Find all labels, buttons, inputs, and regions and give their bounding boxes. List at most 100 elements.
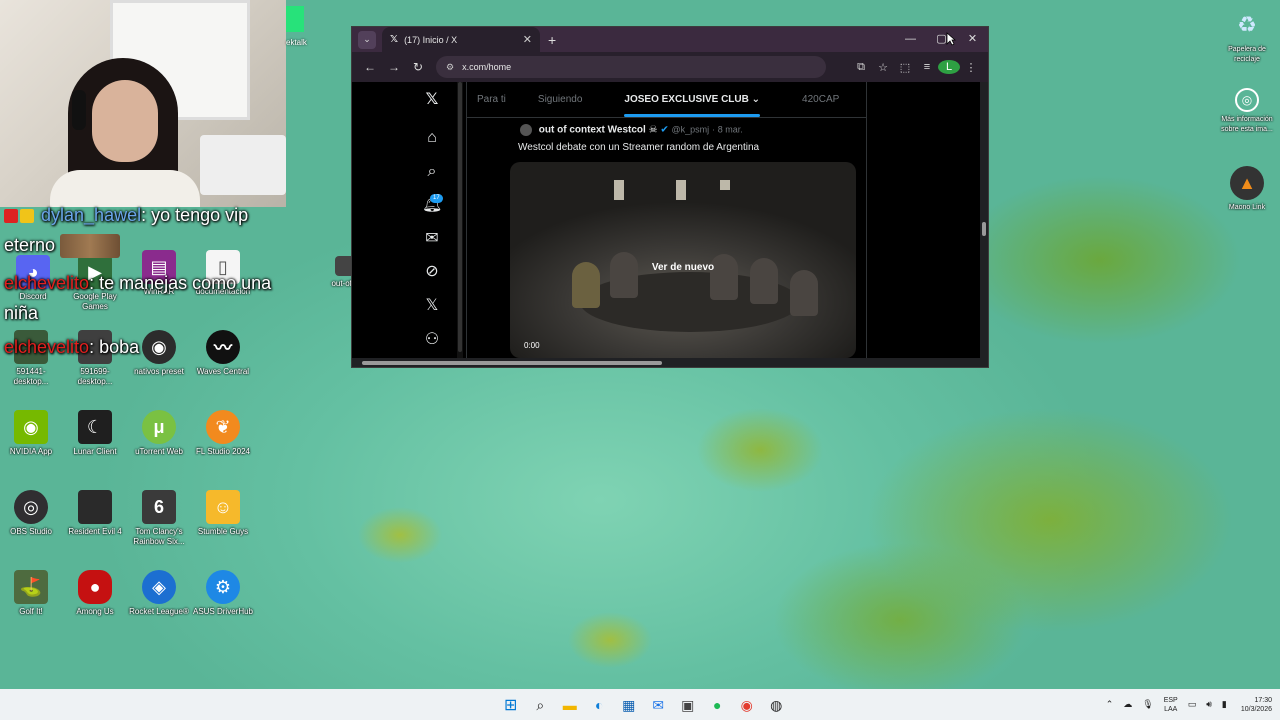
toolbar-actions: ⧉ ☆ ⬚ ≡ L ⋮ xyxy=(850,60,982,74)
desktop-icon-obs-studio[interactable]: ◎ OBS Studio xyxy=(0,490,62,537)
clock[interactable]: 17:30 10/3/2026 xyxy=(1241,696,1272,714)
scrollbar-thumb[interactable] xyxy=(982,222,986,236)
desktop-icon-resident-evil-4[interactable]: Resident Evil 4 xyxy=(64,490,126,537)
taskbar-apps: ⊞ ⌕ ▬ ◐ ▦ ✉ ▣ ● ◉ ◍ xyxy=(496,693,791,717)
chat-message: dylan_hawel: yo tengo vip eterno xyxy=(4,200,304,260)
mouse-cursor-icon xyxy=(946,32,956,46)
site-info-icon[interactable]: ⚙ xyxy=(446,62,454,73)
system-tray: ⌃ ☁ 🎙︎ ESP LAA ▭ 🔊︎ ▮ 17:30 10/3/2026 xyxy=(1096,689,1272,720)
monitor-icon[interactable]: ▭ xyxy=(1188,699,1197,710)
file-explorer-icon[interactable]: ▬ xyxy=(555,693,585,717)
desktop-icon-recycle-bin[interactable]: ♻ Papelera de reciclaje xyxy=(1216,8,1278,65)
tweet-author-name[interactable]: out of context Westcol xyxy=(539,125,646,136)
network-cloud-icon[interactable]: ☁ xyxy=(1123,699,1132,710)
recycle-bin-icon: ♻ xyxy=(1237,12,1257,37)
chevron-up-icon[interactable]: ⌃ xyxy=(1106,699,1114,710)
tweet-video[interactable]: Ver de nuevo 0:00 xyxy=(510,162,856,358)
language-indicator[interactable]: ESP LAA xyxy=(1164,696,1178,714)
search-icon[interactable]: ⌕ xyxy=(526,693,556,717)
tweet-text: Westcol debate con un Streamer random de… xyxy=(518,142,760,153)
outlook-icon[interactable]: ✉ xyxy=(644,693,674,717)
chrome-icon[interactable]: ◉ xyxy=(732,693,762,717)
horizontal-scrollbar[interactable] xyxy=(352,358,982,367)
extensions-icon[interactable]: ⬚ xyxy=(894,61,916,74)
grok-icon[interactable]: ⊘ xyxy=(422,262,442,282)
app-icon[interactable]: ▣ xyxy=(673,693,703,717)
tab-siguiendo[interactable]: Siguiendo xyxy=(527,94,593,105)
desktop-icon-golf-it[interactable]: ⛳ Golf It! xyxy=(0,570,62,617)
x-logo-icon[interactable]: 𝕏 xyxy=(422,90,442,110)
chevron-down-icon: ⌄ xyxy=(363,34,371,44)
desktop-icon-utorrent-web[interactable]: μ uTorrent Web xyxy=(128,410,190,457)
tab-420cap[interactable]: 420CAP xyxy=(791,94,850,105)
minimize-button[interactable]: — xyxy=(895,27,926,52)
sidenav-scrollbar[interactable] xyxy=(457,82,463,360)
keyboard-layout: LAA xyxy=(1164,705,1178,713)
edge-icon[interactable]: ◐ xyxy=(585,693,615,717)
chat-text: : boba xyxy=(89,337,140,357)
desktop-icon-asus-driverhub[interactable]: ⚙ ASUS DriverHub xyxy=(192,570,254,617)
stream-chat: dylan_hawel: yo tengo vip eterno elcheve… xyxy=(4,200,304,362)
store-icon[interactable]: ▦ xyxy=(614,693,644,717)
avatar[interactable] xyxy=(520,124,532,136)
green-overlay-block xyxy=(286,6,304,32)
tweet-handle[interactable]: @k_psmj xyxy=(672,125,710,135)
window-controls: — ▢ ✕ xyxy=(895,27,988,52)
chat-message: elchevelito: boba xyxy=(4,332,304,362)
microphone-icon[interactable]: 🎙︎ xyxy=(1142,699,1153,710)
back-button[interactable]: ← xyxy=(358,60,382,74)
headset xyxy=(72,90,86,130)
premium-x-icon[interactable]: 𝕏 xyxy=(422,296,442,316)
scrollbar-thumb[interactable] xyxy=(458,82,462,352)
desktop-icon-lunar-client[interactable]: ☾ Lunar Client xyxy=(64,410,126,457)
search-icon[interactable]: ⌕ xyxy=(422,162,442,182)
verified-badge-icon: ✔ xyxy=(660,124,669,136)
desktop-icon-maono-link[interactable]: ▲ Maono Link xyxy=(1216,166,1278,213)
desktop-icon-fl-studio[interactable]: ❦ FL Studio 2024 xyxy=(192,410,254,457)
scrollbar-thumb[interactable] xyxy=(362,361,662,365)
address-bar[interactable]: ⚙ x.com/home xyxy=(436,56,826,78)
tab-para-ti[interactable]: Para ti xyxy=(466,94,517,105)
volume-icon[interactable]: 🔊︎ xyxy=(1206,699,1212,710)
spotify-icon[interactable]: ● xyxy=(703,693,733,717)
close-tab-icon[interactable]: ✕ xyxy=(523,33,532,46)
forward-button[interactable]: → xyxy=(382,60,406,74)
reload-button[interactable]: ↻ xyxy=(406,60,430,74)
battery-icon[interactable]: ▮ xyxy=(1222,699,1227,710)
x-side-nav: 𝕏 ⌂ ⌕ 🔔︎ 17 ✉ ⊘ 𝕏 ⚇ xyxy=(412,82,452,360)
desktop-icon-image-info[interactable]: ◎ Más información sobre esta ima... xyxy=(1216,88,1278,135)
tweet-header: out of context Westcol ☠ ✔ @k_psmj · 8 m… xyxy=(520,124,743,136)
vertical-scrollbar[interactable] xyxy=(980,82,988,360)
profile-icon[interactable]: ⚇ xyxy=(422,330,442,350)
messages-icon[interactable]: ✉ xyxy=(422,229,442,249)
tab-joseo-exclusive-club[interactable]: JOSEO EXCLUSIVE CLUB ⌄ xyxy=(613,94,771,117)
new-tab-button[interactable]: + xyxy=(548,32,556,48)
install-app-icon[interactable]: ⧉ xyxy=(850,61,872,74)
profile-button[interactable]: L xyxy=(938,60,960,74)
replay-button[interactable]: Ver de nuevo xyxy=(510,262,856,273)
app-icon[interactable]: ◍ xyxy=(762,693,792,717)
media-control-icon[interactable]: ≡ xyxy=(916,61,938,73)
lamp xyxy=(614,180,624,200)
desktop-icon-nvidia-app[interactable]: ◉ NVIDIA App xyxy=(0,410,62,457)
stumble-guys-icon: ☺ xyxy=(206,490,240,524)
menu-icon[interactable]: ⋮ xyxy=(960,61,982,74)
windows-start-icon[interactable]: ⊞ xyxy=(496,693,526,717)
desktop-icon-rocket-league[interactable]: ◈ Rocket League® xyxy=(128,570,190,617)
tweet[interactable]: out of context Westcol ☠ ✔ @k_psmj · 8 m… xyxy=(510,118,856,358)
desktop-icon-stumble-guys[interactable]: ☺ Stumble Guys xyxy=(192,490,254,537)
obs-icon: ◎ xyxy=(14,490,48,524)
tab-title: (17) Inicio / X xyxy=(404,34,458,45)
tweet-date[interactable]: 8 mar. xyxy=(718,125,743,135)
tab-x-home[interactable]: 𝕏 (17) Inicio / X ✕ xyxy=(382,27,540,52)
bookmark-star-icon[interactable]: ☆ xyxy=(872,61,894,74)
chat-username: dylan_hawel xyxy=(41,205,142,225)
desktop-icon-rainbow-six[interactable]: 6 Tom Clancy's Rainbow Six... xyxy=(128,490,190,547)
close-window-button[interactable]: ✕ xyxy=(957,27,988,52)
desktop-icon-among-us[interactable]: ● Among Us xyxy=(64,570,126,617)
tab-search-button[interactable]: ⌄ xyxy=(358,30,376,49)
home-icon[interactable]: ⌂ xyxy=(422,128,442,148)
lunar-icon: ☾ xyxy=(78,410,112,444)
column-divider xyxy=(866,82,867,360)
nvidia-icon: ◉ xyxy=(14,410,48,444)
